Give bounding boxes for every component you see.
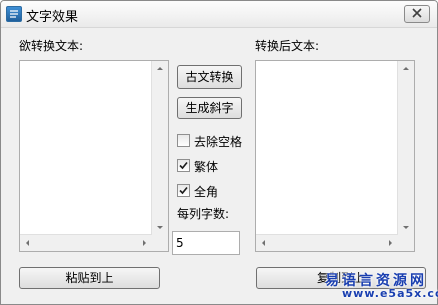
remove-spaces-checkbox[interactable]	[177, 134, 190, 147]
checkmark-icon	[179, 161, 188, 170]
source-text-label: 欲转换文本:	[19, 39, 84, 53]
app-icon	[6, 6, 22, 22]
fullwidth-label: 全角	[194, 185, 219, 199]
source-textarea[interactable]	[19, 60, 169, 252]
scroll-down-arrow-icon[interactable]	[157, 226, 163, 229]
result-vertical-scrollbar[interactable]	[397, 61, 414, 235]
close-icon	[412, 8, 422, 18]
scroll-left-arrow-icon[interactable]	[262, 240, 265, 246]
remove-spaces-label: 去除空格	[194, 135, 243, 149]
scrollbar-corner	[152, 235, 168, 251]
scroll-left-arrow-icon[interactable]	[26, 240, 29, 246]
window-title: 文字效果	[26, 10, 79, 25]
scroll-down-arrow-icon[interactable]	[403, 226, 409, 229]
fullwidth-checkbox[interactable]	[177, 184, 190, 197]
chars-per-column-input[interactable]: 5	[172, 231, 240, 255]
dialog-window: 文字效果 欲转换文本: 转换后文本: 古文转换 生成斜字 去除空格 繁体 全角 …	[0, 0, 438, 305]
scroll-up-arrow-icon[interactable]	[157, 67, 163, 70]
source-horizontal-scrollbar[interactable]	[20, 234, 152, 251]
title-bar[interactable]: 文字效果	[1, 1, 437, 28]
scrollbar-corner	[398, 235, 414, 251]
copy-button[interactable]: 复制到上	[256, 267, 426, 289]
checkmark-icon	[179, 186, 188, 195]
close-button[interactable]	[404, 5, 430, 23]
scroll-right-arrow-icon[interactable]	[389, 240, 392, 246]
traditional-label: 繁体	[194, 160, 219, 174]
result-horizontal-scrollbar[interactable]	[256, 234, 398, 251]
chars-per-column-label: 每列字数:	[177, 207, 230, 221]
traditional-checkbox[interactable]	[177, 159, 190, 172]
oblique-text-button[interactable]: 生成斜字	[177, 97, 242, 119]
result-text-label: 转换后文本:	[255, 39, 320, 53]
result-textarea[interactable]	[255, 60, 415, 252]
paste-button[interactable]: 粘贴到上	[19, 267, 160, 289]
source-vertical-scrollbar[interactable]	[151, 61, 168, 235]
scroll-up-arrow-icon[interactable]	[403, 67, 409, 70]
scroll-right-arrow-icon[interactable]	[143, 240, 146, 246]
ancient-text-button[interactable]: 古文转换	[177, 65, 242, 89]
